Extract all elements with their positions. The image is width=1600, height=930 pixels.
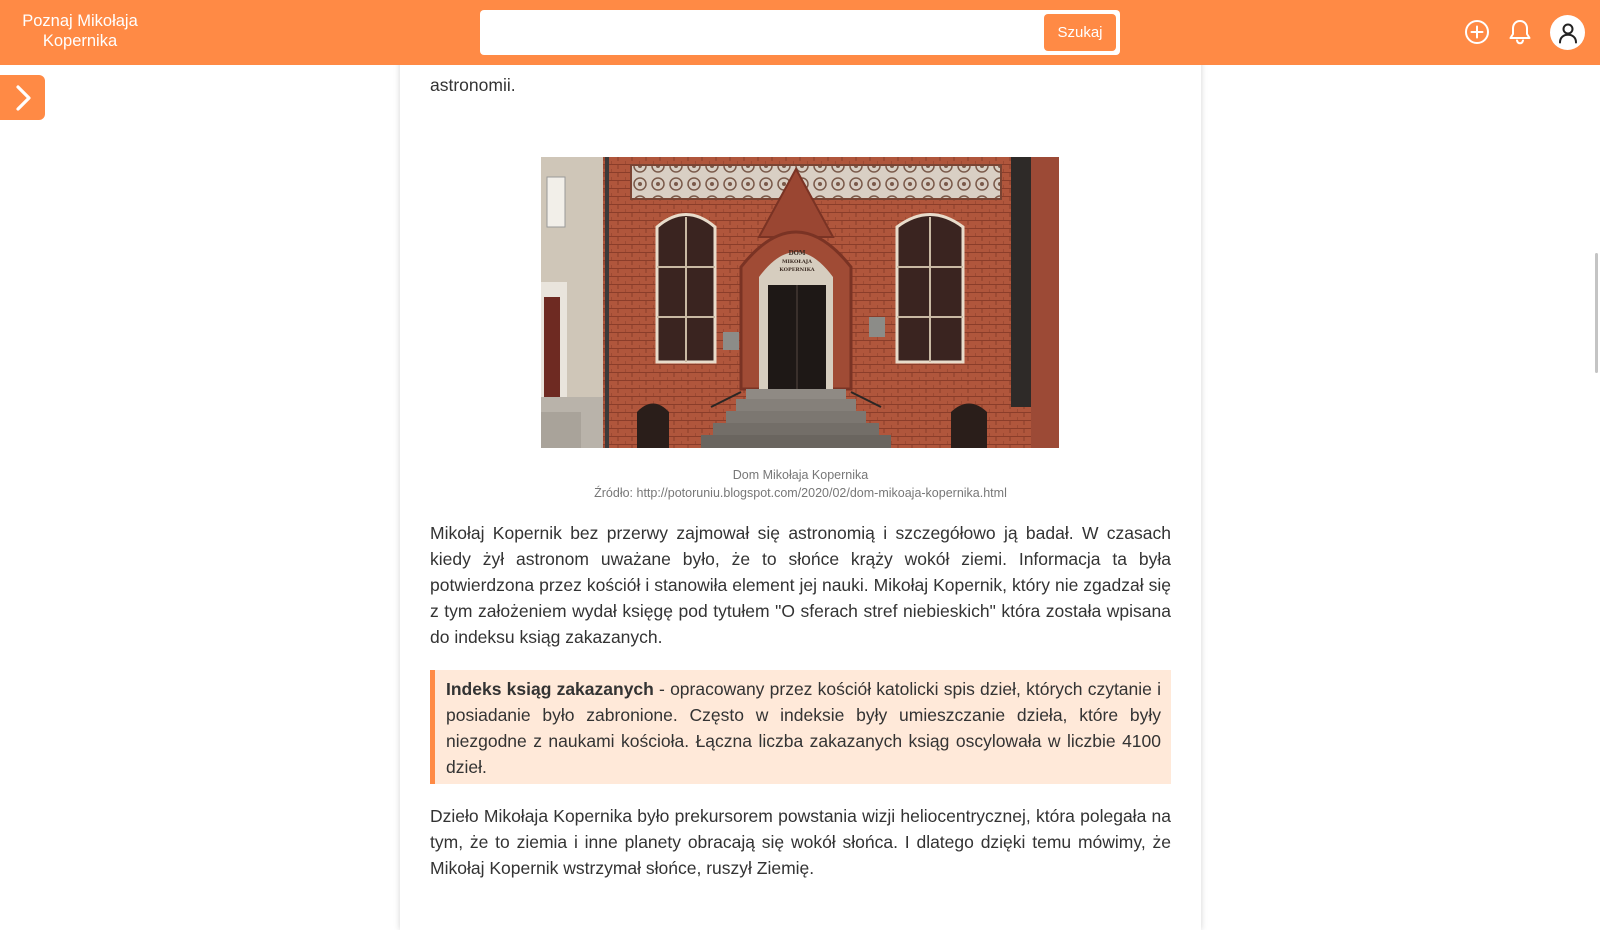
notifications-button[interactable] [1504,16,1536,48]
brand-line-2: Kopernika [42,32,118,50]
add-button[interactable] [1461,16,1493,48]
user-menu-button[interactable] [1550,15,1585,50]
definition-callout: Indeks ksiąg zakazanych - opracowany prz… [430,670,1171,784]
user-icon [1558,23,1577,43]
door-sign-line-2: MIKOŁAJA [782,259,812,265]
search-button[interactable]: Szukaj [1044,14,1116,51]
add-circle-icon [1465,20,1489,44]
figure-caption: Dom Mikołaja Kopernika [732,468,869,482]
search-input[interactable] [480,10,1042,55]
article-paragraph-1: Mikołaj Kopernik bez przerwy zajmował si… [430,523,1171,647]
top-bar: Poznaj Mikołaja Kopernika Szukaj [0,0,1600,65]
article-paragraph-tail: astronomii. [430,75,516,95]
figure-source: Źródło: http://potoruniu.blogspot.com/20… [594,486,1007,500]
door-sign-line-3: KOPERNIKA [779,267,814,273]
copernicus-house-image: DOM MIKOŁAJA KOPERNIKA [541,157,1059,448]
door-sign-line-1: DOM [788,250,805,257]
search-form: Szukaj [480,10,1120,55]
brand-line-1: Poznaj Mikołaja [22,12,138,30]
chevron-right-icon [15,84,31,111]
house-photo: DOM MIKOŁAJA KOPERNIKA [541,157,1059,448]
bell-icon [1509,20,1531,45]
page-scrollbar[interactable] [1595,253,1598,373]
sidebar-toggle-button[interactable] [0,75,45,120]
article-paragraph-2: Dzieło Mikołaja Kopernika było prekursor… [430,806,1171,878]
site-logo-link[interactable]: Poznaj Mikołaja Kopernika [0,11,160,51]
callout-term: Indeks ksiąg zakazanych [446,679,654,699]
